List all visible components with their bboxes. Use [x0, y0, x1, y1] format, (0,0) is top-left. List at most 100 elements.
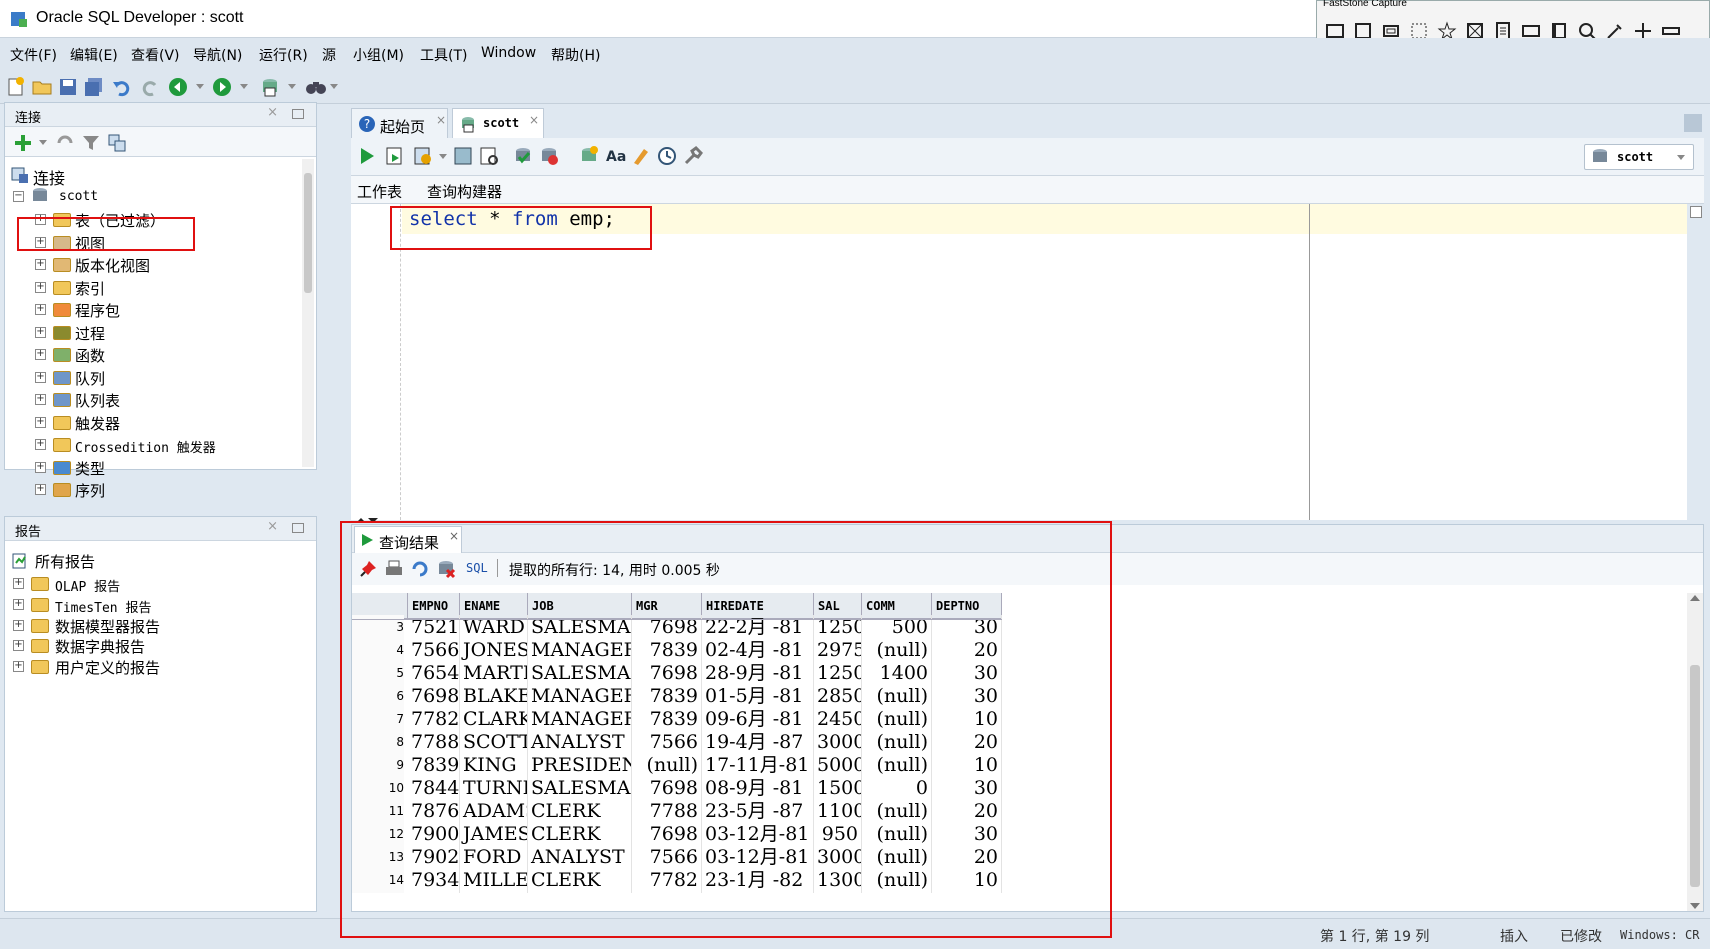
back-icon[interactable]	[166, 75, 190, 99]
run-statement-icon[interactable]	[355, 144, 379, 168]
expand-icon[interactable]: +	[35, 326, 46, 338]
window-title: Oracle SQL Developer : scott	[36, 9, 244, 26]
menu-file[interactable]: 文件(F)	[10, 45, 57, 65]
close-panel-icon[interactable]: ×	[267, 105, 278, 120]
back-dropdown-icon[interactable]	[196, 84, 204, 89]
expand-icon[interactable]: +	[35, 371, 46, 383]
tab-scott-worksheet[interactable]: scott ×	[452, 108, 544, 138]
new-file-icon[interactable]	[4, 75, 28, 99]
menu-edit[interactable]: 编辑(E)	[70, 45, 118, 65]
autotrace-dropdown-icon[interactable]	[439, 154, 447, 159]
schema-browser-icon[interactable]	[105, 131, 129, 155]
folder-icon	[31, 639, 49, 654]
scroll-up-icon[interactable]	[1690, 595, 1700, 601]
refresh-icon[interactable]	[53, 131, 77, 155]
folder-icon	[53, 258, 71, 272]
menu-help[interactable]: 帮助(H)	[551, 45, 600, 65]
report-item-label: 数据模型器报告	[55, 617, 161, 636]
expand-icon[interactable]: +	[35, 304, 46, 315]
close-tab-icon[interactable]: ×	[529, 113, 539, 127]
menu-team[interactable]: 小组(M)	[353, 45, 404, 65]
run-script-icon[interactable]	[383, 144, 407, 168]
filter-icon[interactable]	[79, 131, 103, 155]
format-case-icon[interactable]: Aa	[603, 144, 627, 168]
worksheet-subtabs: 工作表 查询构建器	[351, 176, 1704, 204]
reports-panel: 报告 × 所有报告 + OLAP 报告 + TimesTen 报告 + 数据模型器报告 + 数…	[4, 516, 317, 912]
menu-navigate[interactable]: 导航(N)	[193, 45, 242, 65]
undo-icon[interactable]	[110, 75, 134, 99]
connections-scrollbar[interactable]	[302, 159, 314, 467]
autotrace-icon[interactable]	[411, 144, 435, 168]
menu-source[interactable]: 源	[322, 45, 336, 65]
database-connection-icon	[33, 188, 47, 201]
save-all-icon[interactable]	[82, 75, 106, 99]
unshared-worksheet-icon[interactable]	[577, 144, 601, 168]
redo-icon[interactable]	[138, 75, 162, 99]
explain-plan-icon[interactable]	[451, 144, 475, 168]
modified-status: 已修改	[1560, 929, 1602, 945]
scroll-down-icon[interactable]	[1690, 903, 1700, 909]
svg-text:Aa: Aa	[606, 149, 626, 165]
binoculars-icon[interactable]	[304, 75, 328, 99]
tab-start-page-label: 起始页	[380, 118, 426, 136]
tab-worksheet[interactable]: 工作表	[357, 181, 402, 202]
tools-icon[interactable]	[681, 144, 705, 168]
expand-icon[interactable]: +	[35, 281, 46, 293]
line-ending-status: Windows: CR	[1620, 928, 1700, 942]
add-connection-icon[interactable]	[11, 131, 35, 155]
menu-window[interactable]: Window	[481, 45, 536, 61]
sql-editor[interactable]: select * from emp;	[351, 204, 1687, 520]
sql-worksheet-dropdown-icon[interactable]	[288, 84, 296, 89]
tab-query-builder[interactable]: 查询构建器	[427, 181, 502, 202]
expand-icon[interactable]: +	[35, 416, 46, 428]
connection-selector-value: scott	[1617, 150, 1654, 164]
cursor-position: 第 1 行, 第 19 列	[1320, 929, 1430, 945]
sql-history-icon[interactable]	[655, 144, 679, 168]
svg-text:?: ?	[364, 117, 370, 131]
clear-icon[interactable]	[629, 144, 653, 168]
expand-icon[interactable]: +	[35, 461, 46, 473]
expand-icon[interactable]: +	[13, 598, 24, 610]
forward-dropdown-icon[interactable]	[240, 84, 248, 89]
results-scrollbar[interactable]	[1687, 593, 1703, 911]
expand-icon[interactable]: +	[13, 661, 24, 673]
worksheet-toolbar: Aa scott	[351, 138, 1704, 176]
menu-view[interactable]: 查看(V)	[131, 45, 180, 65]
tab-list-icon[interactable]	[1684, 114, 1702, 132]
rollback-icon[interactable]	[537, 144, 561, 168]
minimize-panel-icon[interactable]	[292, 523, 304, 533]
expand-icon[interactable]: +	[13, 578, 24, 589]
sql-worksheet-icon[interactable]	[258, 75, 282, 99]
tab-start-page[interactable]: ? 起始页 ×	[351, 108, 448, 138]
add-connection-dropdown-icon[interactable]	[39, 140, 47, 145]
chevron-down-icon[interactable]	[1677, 155, 1685, 160]
tree-item-label: 版本化视图	[75, 257, 151, 275]
expand-icon[interactable]: +	[13, 619, 24, 631]
expand-icon[interactable]: +	[35, 394, 46, 405]
expand-icon[interactable]: +	[35, 484, 46, 495]
collapse-icon[interactable]: −	[13, 191, 24, 202]
faststone-title: FastStone Capture	[1323, 0, 1407, 9]
commit-icon[interactable]	[511, 144, 535, 168]
tab-scott-label: scott	[483, 116, 520, 130]
expand-icon[interactable]: +	[13, 640, 24, 652]
save-icon[interactable]	[56, 75, 80, 99]
binoculars-dropdown-icon[interactable]	[330, 84, 338, 89]
close-tab-icon[interactable]: ×	[436, 113, 446, 127]
open-folder-icon[interactable]	[30, 75, 54, 99]
expand-icon[interactable]: +	[35, 349, 46, 360]
sql-tuning-icon[interactable]	[477, 144, 501, 168]
results-scroll-thumb[interactable]	[1690, 665, 1700, 887]
close-panel-icon[interactable]: ×	[267, 519, 278, 534]
minimize-panel-icon[interactable]	[292, 109, 304, 119]
folder-icon	[53, 348, 71, 362]
forward-icon[interactable]	[210, 75, 234, 99]
menu-tools[interactable]: 工具(T)	[420, 45, 467, 65]
expand-icon[interactable]: +	[35, 259, 46, 270]
menu-run[interactable]: 运行(R)	[259, 45, 308, 65]
expand-icon[interactable]: +	[35, 439, 46, 450]
editor-scroll-corner[interactable]	[1690, 206, 1702, 218]
connection-selector[interactable]: scott	[1584, 144, 1694, 170]
connections-scroll-thumb[interactable]	[304, 173, 312, 293]
main-toolbar	[0, 70, 1710, 104]
